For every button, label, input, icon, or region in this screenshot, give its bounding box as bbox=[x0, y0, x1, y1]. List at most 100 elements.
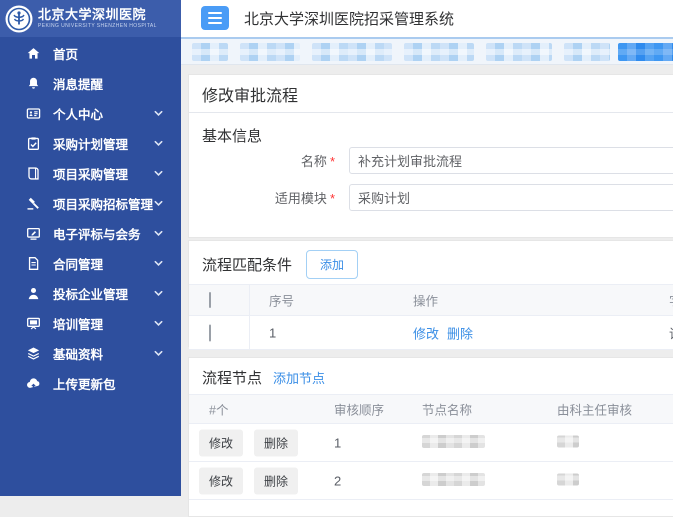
chevron-down-icon bbox=[153, 108, 164, 119]
sidebar-item-label: 培训管理 bbox=[53, 314, 103, 333]
presentation-board-icon bbox=[26, 316, 41, 331]
sidebar-item-project-bidding-mgmt[interactable]: 项目采购招标管理 bbox=[0, 188, 181, 218]
delete-link[interactable]: 删除 bbox=[447, 326, 473, 341]
add-condition-button[interactable]: 添加 bbox=[306, 250, 358, 279]
app-title: 北京大学深圳医院招采管理系统 bbox=[244, 8, 454, 29]
delete-node-button[interactable]: 删除 bbox=[254, 467, 298, 494]
menu-toggle-button[interactable] bbox=[201, 6, 229, 30]
chevron-down-icon bbox=[153, 138, 164, 149]
sidebar: 北京大学深圳医院 PEKING UNIVERSITY SHENZHEN HOSP… bbox=[0, 0, 181, 496]
column-header-review-order: 审核顺序 bbox=[334, 400, 384, 419]
sidebar-item-bidder-enterprise-mgmt[interactable]: 投标企业管理 bbox=[0, 278, 181, 308]
journal-icon bbox=[26, 166, 41, 181]
page-title: 修改审批流程 bbox=[202, 82, 298, 106]
flow-nodes-card: 流程节点 添加节点 #个 审核顺序 节点名称 由科主任审核 修改 删除 1 bbox=[188, 357, 673, 517]
sidebar-item-label: 上传更新包 bbox=[53, 374, 116, 393]
sidebar-menu: 首页 消息提醒 个人中心 采购计划管理 项目采购管理 项目采购招标管理 bbox=[0, 38, 181, 398]
basic-info-card: 修改审批流程 基本信息 名称* 适用模块* bbox=[188, 74, 673, 238]
chevron-down-icon bbox=[153, 198, 164, 209]
edit-node-button[interactable]: 修改 bbox=[199, 467, 243, 494]
redacted-node-name bbox=[422, 435, 485, 448]
user-icon bbox=[26, 286, 41, 301]
sidebar-item-personal-center[interactable]: 个人中心 bbox=[0, 98, 181, 128]
clipboard-check-icon bbox=[26, 136, 41, 151]
chevron-down-icon bbox=[153, 318, 164, 329]
sidebar-item-label: 首页 bbox=[53, 44, 78, 63]
sidebar-item-label: 投标企业管理 bbox=[53, 284, 128, 303]
section-title-basic-info: 基本信息 bbox=[202, 125, 262, 146]
contract-file-icon bbox=[26, 256, 41, 271]
redacted-tab bbox=[312, 43, 392, 61]
redacted-reviewer-value bbox=[557, 435, 579, 447]
home-icon bbox=[26, 46, 41, 61]
hamburger-icon bbox=[208, 12, 222, 14]
name-field-label: 名称* bbox=[189, 151, 335, 170]
sidebar-item-contract-mgmt[interactable]: 合同管理 bbox=[0, 248, 181, 278]
required-asterisk: * bbox=[330, 191, 335, 206]
redacted-tab bbox=[192, 43, 228, 61]
module-field-row: 适用模块* bbox=[189, 184, 335, 211]
gavel-icon bbox=[26, 196, 41, 211]
required-asterisk: * bbox=[330, 154, 335, 169]
add-node-link[interactable]: 添加节点 bbox=[273, 368, 325, 387]
chevron-down-icon bbox=[153, 288, 164, 299]
match-conditions-card: 流程匹配条件 添加 序号 操作 字 1 修改删除 请 bbox=[188, 240, 673, 347]
cell-partial: 请 bbox=[669, 323, 673, 342]
module-field-label: 适用模块* bbox=[189, 188, 335, 207]
redacted-node-name bbox=[422, 473, 485, 486]
cell-review-order: 1 bbox=[334, 435, 341, 450]
sidebar-item-purchase-plan-mgmt[interactable]: 采购计划管理 bbox=[0, 128, 181, 158]
edit-node-button[interactable]: 修改 bbox=[199, 429, 243, 456]
sidebar-item-training-mgmt[interactable]: 培训管理 bbox=[0, 308, 181, 338]
redacted-active-tab bbox=[618, 43, 673, 61]
table-row: 修改 删除 1 bbox=[189, 424, 673, 462]
hospital-subtitle: PEKING UNIVERSITY SHENZHEN HOSPITAL bbox=[38, 24, 157, 29]
flow-nodes-table: #个 审核顺序 节点名称 由科主任审核 修改 删除 1 修改 删除 bbox=[189, 394, 673, 500]
row-checkbox[interactable] bbox=[209, 324, 211, 341]
sidebar-item-label: 基础资料 bbox=[53, 344, 103, 363]
cell-no: 1 bbox=[269, 325, 276, 340]
chevron-down-icon bbox=[153, 228, 164, 239]
hospital-logo-icon bbox=[5, 5, 33, 33]
hospital-logo-bar: 北京大学深圳医院 PEKING UNIVERSITY SHENZHEN HOSP… bbox=[0, 0, 181, 37]
redacted-reviewer-value bbox=[557, 473, 579, 485]
module-input[interactable] bbox=[349, 184, 673, 211]
sidebar-item-project-purchase-mgmt[interactable]: 项目采购管理 bbox=[0, 158, 181, 188]
table-header-row: #个 审核顺序 节点名称 由科主任审核 bbox=[189, 394, 673, 424]
redacted-tab bbox=[404, 43, 474, 61]
sidebar-item-basic-data[interactable]: 基础资料 bbox=[0, 338, 181, 368]
delete-node-button[interactable]: 删除 bbox=[254, 429, 298, 456]
chevron-down-icon bbox=[153, 168, 164, 179]
id-card-icon bbox=[26, 106, 41, 121]
sidebar-item-home[interactable]: 首页 bbox=[0, 38, 181, 68]
sidebar-item-label: 项目采购招标管理 bbox=[53, 194, 153, 213]
edit-link[interactable]: 修改 bbox=[413, 326, 439, 341]
table-header-row: 序号 操作 字 bbox=[189, 284, 673, 316]
sidebar-item-upload-update-package[interactable]: 上传更新包 bbox=[0, 368, 181, 398]
tab-bar[interactable] bbox=[181, 37, 673, 65]
name-input[interactable] bbox=[349, 147, 673, 174]
select-all-checkbox[interactable] bbox=[209, 292, 211, 308]
match-conditions-table: 序号 操作 字 1 修改删除 请 bbox=[189, 284, 673, 350]
main-content: 修改审批流程 基本信息 名称* 适用模块* 流程匹配条件 添加 序号 操作 bbox=[181, 65, 673, 496]
table-row: 1 修改删除 请 bbox=[189, 316, 673, 350]
chevron-down-icon bbox=[153, 258, 164, 269]
column-header-operation: 操作 bbox=[413, 291, 438, 310]
sidebar-item-label: 项目采购管理 bbox=[53, 164, 128, 183]
redacted-tab bbox=[240, 43, 300, 61]
cloud-upload-icon bbox=[26, 376, 41, 391]
sidebar-item-notifications[interactable]: 消息提醒 bbox=[0, 68, 181, 98]
name-field-row: 名称* bbox=[189, 147, 335, 174]
column-header-no: 序号 bbox=[269, 291, 294, 310]
table-row: 修改 删除 2 bbox=[189, 462, 673, 500]
redacted-tab bbox=[486, 43, 552, 61]
redacted-tab bbox=[564, 43, 610, 61]
cell-review-order: 2 bbox=[334, 473, 341, 488]
column-header-actions: #个 bbox=[209, 400, 228, 419]
sidebar-item-e-evaluation[interactable]: 电子评标与会务 bbox=[0, 218, 181, 248]
sidebar-item-label: 消息提醒 bbox=[53, 74, 103, 93]
top-bar: 北京大学深圳医院招采管理系统 bbox=[181, 0, 673, 37]
chevron-down-icon bbox=[153, 348, 164, 359]
column-header-partial: 字 bbox=[669, 291, 673, 310]
page-title-row: 修改审批流程 bbox=[189, 75, 673, 113]
